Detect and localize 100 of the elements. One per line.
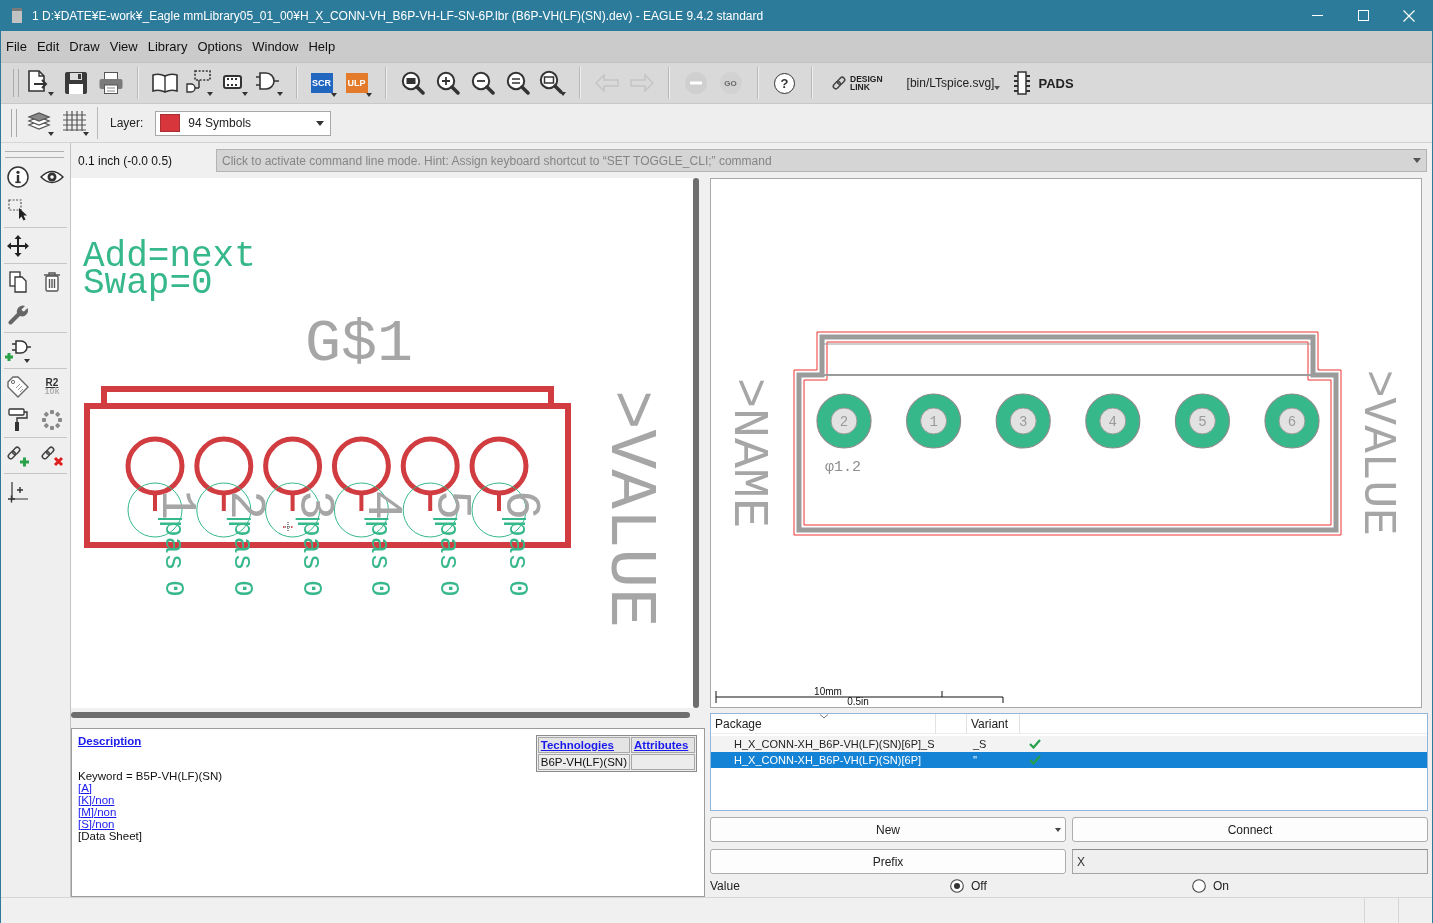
swap-level-label: 0 — [226, 580, 258, 597]
column-header[interactable]: Variant — [967, 714, 1020, 734]
wrench-icon[interactable] — [8, 304, 28, 325]
description-link[interactable]: Description — [78, 735, 142, 747]
gate-icon[interactable] — [255, 70, 284, 96]
eye-icon[interactable] — [40, 168, 64, 185]
table-cell: B6P-VH(LF)(SN) — [537, 754, 630, 770]
link-add-icon[interactable] — [6, 444, 30, 467]
menu-item[interactable]: View — [104, 39, 143, 54]
zoom-in-icon[interactable] — [435, 71, 460, 95]
layer-dropdown[interactable]: 94 Symbols — [155, 110, 332, 136]
grid-icon[interactable] — [61, 110, 90, 136]
dashed-ring-icon[interactable] — [41, 408, 63, 431]
caret-icon[interactable] — [1055, 828, 1061, 832]
scale-label: 10mm — [814, 686, 842, 697]
column-header[interactable]: Package — [711, 714, 936, 734]
prefix-button[interactable]: Prefix — [710, 849, 1066, 874]
new-button[interactable]: New — [710, 817, 1066, 842]
drill-label: φ1.2 — [825, 459, 861, 476]
add-gate-icon[interactable] — [4, 338, 32, 363]
paint-roller-icon[interactable] — [8, 407, 28, 432]
radio-icon[interactable] — [950, 878, 964, 893]
radio-option[interactable]: On — [1192, 878, 1428, 893]
close-icon[interactable] — [1403, 9, 1415, 22]
new-document-icon[interactable] — [26, 70, 55, 96]
pads-button[interactable]: PADS — [1014, 71, 1074, 95]
menu-item[interactable]: File — [1, 39, 32, 54]
scale-label: 0.5in — [847, 696, 869, 707]
trash-icon[interactable] — [44, 271, 60, 292]
save-icon[interactable] — [64, 72, 87, 94]
window-title: 1 D:¥DATE¥E-work¥_Eagle mmLibrary05_01_00¥H_X_CONN-VH_B6P-VH-LF-SN-6P.lbr (B6P-VH(LF)(SN).dev) - EAGLE 9.4.2 standard — [32, 8, 764, 23]
caret-icon[interactable] — [330, 93, 337, 97]
zoom-fit-icon[interactable] — [400, 71, 425, 95]
script-button[interactable]: SCR — [310, 73, 333, 93]
radio-icon[interactable] — [1192, 878, 1206, 893]
layers-icon[interactable] — [26, 110, 55, 136]
table-header-link[interactable]: Attributes — [631, 737, 695, 753]
connect-button[interactable]: Connect — [1072, 817, 1428, 842]
prefix-field[interactable]: X — [1072, 849, 1428, 874]
menu-item[interactable]: Help — [303, 39, 341, 54]
menu-item[interactable]: Draw — [64, 39, 105, 54]
minimize-icon[interactable] — [1311, 15, 1323, 16]
book-icon[interactable] — [151, 73, 178, 93]
menu-item[interactable]: Edit — [31, 39, 65, 54]
symbol-pins-icon[interactable] — [185, 70, 214, 96]
move-icon[interactable] — [7, 234, 29, 257]
name-label: >NAME — [720, 378, 777, 529]
horizontal-scrollbar[interactable] — [71, 712, 690, 718]
pad-number-label: 2 — [839, 414, 849, 430]
select-rectangle-icon[interactable] — [8, 198, 28, 221]
description-link[interactable]: [K]/non — [78, 794, 115, 806]
link-remove-icon[interactable] — [40, 444, 64, 467]
magnifier-equals-icon[interactable] — [505, 71, 530, 95]
value-label: >VALUE — [592, 390, 667, 628]
connector-pins-icon[interactable] — [1014, 71, 1031, 95]
menu-item[interactable]: Options — [192, 39, 248, 54]
tag-icon[interactable] — [7, 375, 29, 398]
table-header-link[interactable]: Technologies — [537, 737, 630, 753]
package-row[interactable]: H_X_CONN-XH_B6P-VH(LF)(SN)[6P]_S _S — [711, 736, 1427, 752]
info-icon[interactable] — [7, 165, 29, 188]
table-cell-text: _S — [972, 738, 988, 750]
toolbar-handle[interactable] — [5, 151, 64, 158]
package-canvas[interactable]: 2 1 3 4 5 6 φ1.2 >NAME >VALUE 10mm 0.5in — [710, 178, 1422, 708]
axis-icon[interactable] — [8, 480, 28, 503]
pad — [995, 393, 1051, 449]
name-value-button[interactable]: R2 10k — [44, 377, 60, 396]
toolbar-handle[interactable] — [11, 109, 17, 137]
printer-icon[interactable] — [98, 72, 123, 94]
path-button[interactable]: [bin/LTspice.svg] — [906, 76, 1001, 90]
command-line-field[interactable]: Click to activate command line mode. Hint: Assign keyboard shortcut to “SET TOGGLE_CLI;” command — [216, 149, 1427, 172]
description-link[interactable]: [M]/non — [78, 806, 117, 818]
copy-icon[interactable] — [9, 270, 27, 293]
menu-item[interactable]: Window — [247, 39, 304, 54]
help-button[interactable]: ? — [774, 72, 795, 94]
radio-option[interactable]: Off — [950, 878, 1192, 893]
pad — [816, 393, 872, 449]
description-link[interactable]: [S]/non — [78, 818, 115, 830]
toolbar-handle[interactable] — [13, 69, 19, 97]
table-cell-text: H_X_CONN-XH_B6P-VH(LF)(SN)[6P] — [733, 754, 923, 766]
pad-number-label: 6 — [1287, 414, 1297, 430]
description-link[interactable]: [A] — [78, 782, 93, 794]
caret-icon[interactable] — [994, 86, 1001, 90]
value-label: >VALUE — [1351, 370, 1403, 536]
magnifier-box-icon[interactable] — [538, 70, 567, 96]
app-icon — [12, 8, 22, 23]
field-label: Value — [710, 878, 741, 893]
pad-number-label: 5 — [1198, 414, 1207, 430]
dropdown-arrow-icon[interactable] — [316, 120, 325, 126]
design-link-button[interactable]: DESIGN LINK — [831, 75, 883, 91]
swap-level-label: 0 — [364, 580, 396, 597]
zoom-out-icon[interactable] — [470, 71, 495, 95]
caret-icon[interactable] — [365, 93, 372, 97]
link-icon[interactable] — [831, 75, 847, 91]
vertical-scrollbar[interactable] — [693, 178, 699, 708]
package-row[interactable]: H_X_CONN-XH_B6P-VH(LF)(SN)[6P] '' — [711, 752, 1427, 768]
menu-item[interactable]: Library — [142, 39, 193, 54]
coordinate-readout: 0.1 inch (-0.0 0.5) — [77, 153, 174, 168]
maximize-icon[interactable] — [1357, 10, 1369, 21]
sort-chevron-icon[interactable] — [819, 714, 829, 719]
swap-level-label: 0 — [158, 580, 189, 597]
